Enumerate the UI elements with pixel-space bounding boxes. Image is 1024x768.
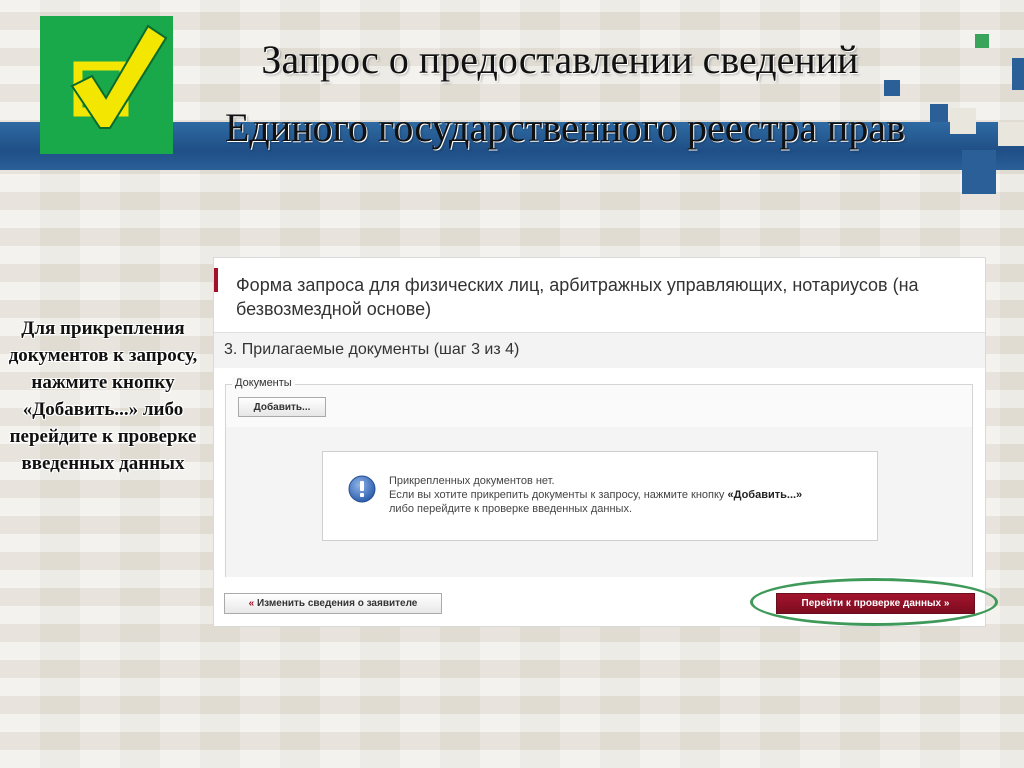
documents-fieldset: Документы Добавить... Прикрепленных доку… (225, 377, 973, 577)
back-button-label: Изменить сведения о заявителе (256, 598, 418, 609)
step-header: 3. Прилагаемые документы (шаг 3 из 4) (214, 332, 985, 368)
add-document-button[interactable]: Добавить... (238, 397, 326, 417)
side-instruction-note: Для прикрепления документов к запросу, н… (8, 318, 198, 474)
info-line2-button-ref: «Добавить...» (727, 489, 803, 501)
slide-title-line1: Запрос о предоставлении сведений (261, 37, 859, 82)
deco-square (962, 150, 996, 194)
info-line2-prefix: Если вы хотите прикрепить документы к за… (389, 489, 728, 501)
form-title: Форма запроса для физических лиц, арбитр… (236, 275, 919, 319)
back-mark: « (248, 598, 255, 609)
info-line3: либо перейдите к проверке введенных данн… (389, 503, 633, 515)
info-icon (348, 475, 376, 503)
go-to-review-button[interactable]: Перейти к проверке данных » (776, 593, 975, 614)
info-line1: Прикрепленных документов нет. (389, 475, 555, 487)
step-label: 3. Прилагаемые документы (шаг 3 из 4) (224, 341, 520, 358)
documents-list-area: Прикрепленных документов нет. Если вы хо… (226, 427, 972, 577)
info-text: Прикрепленных документов нет. Если вы хо… (389, 474, 802, 516)
change-applicant-button[interactable]: « Изменить сведения о заявителе (224, 593, 442, 614)
info-line2: Если вы хотите прикрепить документы к за… (389, 488, 802, 502)
slide-title-line2: Единого государственного реестра прав (224, 105, 906, 150)
documents-legend: Документы (232, 377, 295, 389)
deco-square (998, 122, 1024, 146)
request-form-panel: Форма запроса для физических лиц, арбитр… (213, 257, 986, 627)
title-accent-bar (214, 268, 218, 292)
no-documents-message: Прикрепленных документов нет. Если вы хо… (322, 451, 878, 541)
deco-square (1012, 58, 1024, 90)
